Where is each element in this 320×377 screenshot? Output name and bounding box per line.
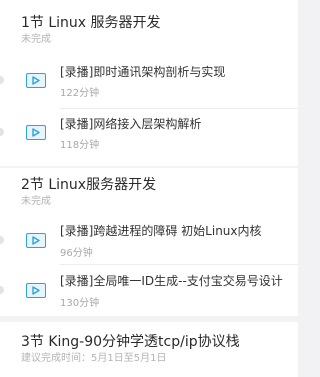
play-video-icon	[26, 73, 46, 88]
section-header[interactable]: 2节 Linux服务器开发 未完成	[21, 176, 156, 208]
section-status: 未完成	[21, 196, 51, 207]
play-video-icon	[26, 233, 46, 248]
section-card-1: 1节 Linux 服务器开发 未完成 [录播]即时通讯架构剖析与实现 122分钟…	[0, 0, 298, 166]
lesson-title: [录播]即时通讯架构剖析与实现	[60, 65, 226, 79]
section-card-3: 3节 King-90分钟学透tcp/ip协议栈 建议完成时间：5月1日至5月1日	[0, 322, 298, 377]
timeline-dot	[0, 236, 4, 244]
lesson-title: [录播]跨越进程的障碍 初始Linux内核	[60, 224, 262, 238]
timeline-dot	[0, 286, 4, 294]
lesson-title: [录播]全局唯一ID生成--支付宝交易号设计	[60, 274, 283, 288]
section-header[interactable]: 3节 King-90分钟学透tcp/ip协议栈 建议完成时间：5月1日至5月1日	[21, 333, 240, 365]
section-title: 2节 Linux服务器开发	[21, 177, 157, 193]
lesson-duration: 130分钟	[60, 298, 100, 309]
lesson-item[interactable]: [录播]全局唯一ID生成--支付宝交易号设计 130分钟	[0, 266, 298, 314]
timeline-dot	[0, 128, 4, 136]
section-status: 未完成	[21, 34, 51, 45]
play-video-icon	[26, 125, 46, 140]
lesson-title: [录播]网络接入层架构解析	[60, 117, 202, 131]
divider	[60, 264, 298, 265]
lesson-duration: 122分钟	[60, 88, 100, 99]
section-title: 3节 King-90分钟学透tcp/ip协议栈	[21, 334, 240, 350]
lesson-item[interactable]: [录播]网络接入层架构解析 118分钟	[0, 110, 298, 160]
lesson-duration: 96分钟	[60, 248, 93, 259]
section-header[interactable]: 1节 Linux 服务器开发 未完成	[21, 14, 161, 46]
play-video-icon	[26, 283, 46, 298]
timeline-dot	[0, 76, 4, 84]
section-card-2: 2节 Linux服务器开发 未完成 [录播]跨越进程的障碍 初始Linux内核 …	[0, 168, 298, 316]
section-status: 建议完成时间：5月1日至5月1日	[21, 353, 167, 364]
lesson-duration: 118分钟	[60, 140, 100, 151]
section-title: 1节 Linux 服务器开发	[21, 15, 161, 31]
lesson-item[interactable]: [录播]即时通讯架构剖析与实现 122分钟	[0, 58, 298, 108]
lesson-item[interactable]: [录播]跨越进程的障碍 初始Linux内核 96分钟	[0, 216, 298, 264]
divider	[60, 108, 298, 109]
